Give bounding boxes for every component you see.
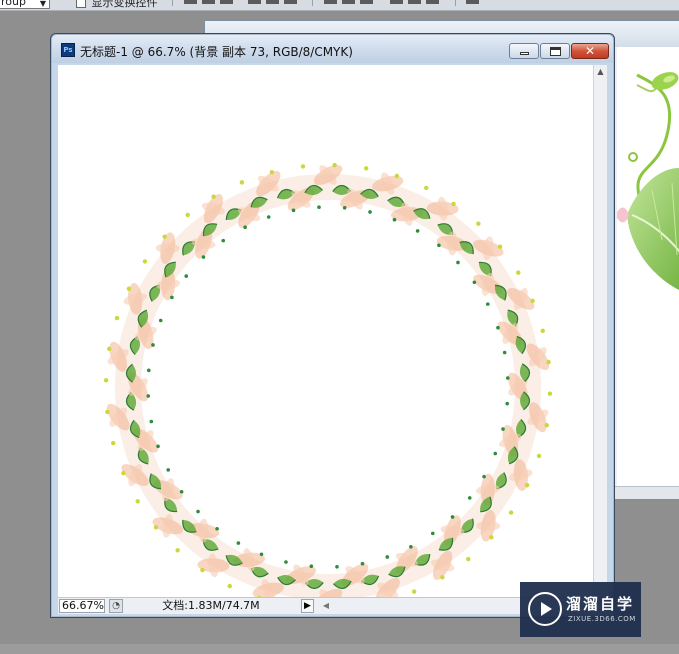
align-right-icon[interactable] [284,0,297,4]
distribute-left-icon[interactable] [390,0,403,4]
play-icon [528,592,562,626]
document-titlebar[interactable]: Ps 无标题-1 @ 66.7% (背景 副本 73, RGB/8/CMYK) … [52,35,613,63]
minimize-button[interactable] [509,43,539,59]
distribute-vcenter-icon[interactable] [342,0,355,4]
watermark-logo: 溜溜自学 ZIXUE.3D66.COM [520,582,641,637]
leaf-vine-artwork [615,72,679,290]
maximize-icon [541,44,569,58]
dropdown-value: roup [1,0,26,8]
bottom-strip [0,644,679,654]
watermark-subtitle: ZIXUE.3D66.COM [568,615,636,623]
divider [312,0,313,6]
divider [172,0,173,6]
chevron-down-icon: ▼ [39,0,46,8]
distribute-bottom-icon[interactable] [360,0,373,4]
divider [455,0,456,6]
scroll-left-icon[interactable]: ◀ [320,599,332,613]
maximize-button[interactable] [540,43,570,59]
scroll-up-icon[interactable]: ▲ [594,65,607,79]
checkbox-label: 显示变换控件 [91,0,158,9]
document-title: 无标题-1 @ 66.7% (背景 副本 73, RGB/8/CMYK) [80,45,353,59]
vertical-scrollbar[interactable]: ▲ [593,65,607,597]
distribute-hcenter-icon[interactable] [408,0,421,4]
floral-wreath-artwork [103,162,553,612]
photoshop-icon-label: Ps [63,46,73,54]
status-menu-arrow-icon[interactable]: ▶ [301,599,314,613]
canvas[interactable] [58,65,593,612]
close-button[interactable]: ✕ [571,43,609,59]
auto-select-dropdown[interactable]: roup ▼ [0,0,50,9]
watermark-title: 溜溜自学 [566,595,635,613]
photoshop-icon: Ps [61,43,75,57]
align-top-icon[interactable] [184,0,197,4]
checkbox-box[interactable] [76,0,86,8]
align-left-icon[interactable] [248,0,261,4]
minimize-icon [510,44,538,58]
align-hcenter-icon[interactable] [266,0,279,4]
distribute-right-icon[interactable] [426,0,439,4]
align-bottom-icon[interactable] [220,0,233,4]
document-window[interactable]: Ps 无标题-1 @ 66.7% (背景 副本 73, RGB/8/CMYK) … [50,33,615,618]
status-menu-icon[interactable]: ◔ [109,599,123,613]
zoom-field[interactable]: 66.67% [59,599,105,613]
align-vcenter-icon[interactable] [202,0,215,4]
distribute-top-icon[interactable] [324,0,337,4]
close-icon: ✕ [584,44,596,58]
options-bar: roup ▼ 显示变换控件 [0,0,679,11]
auto-align-icon[interactable] [466,0,479,4]
show-transform-controls-checkbox[interactable]: 显示变换控件 [76,0,158,10]
background-canvas[interactable] [615,65,679,485]
document-size-info: 文档:1.83M/74.7M [162,599,260,612]
